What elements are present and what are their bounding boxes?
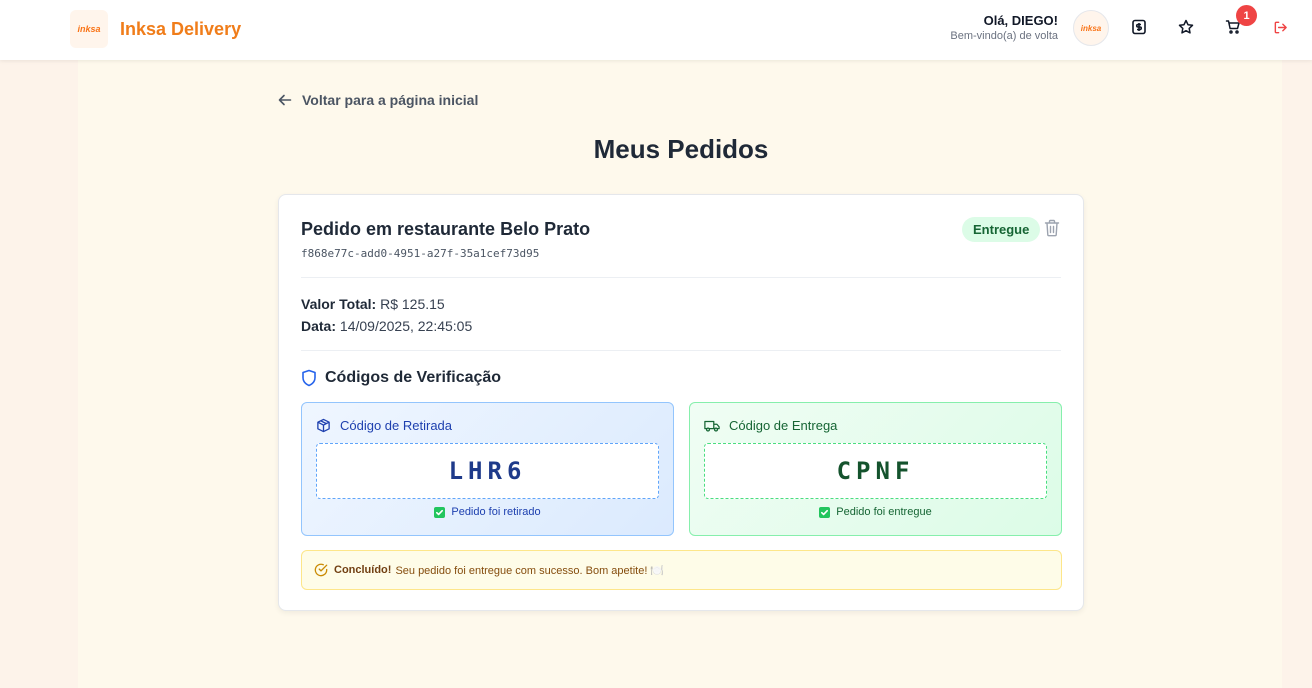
pickup-status: Pedido foi retirado	[302, 506, 673, 518]
pickup-code-value[interactable]: LHR6	[316, 443, 659, 499]
shield-icon	[301, 369, 317, 387]
greeting-subtitle: Bem-vindo(a) de volta	[950, 30, 1058, 42]
brand-logo: inksa	[70, 10, 108, 48]
brand[interactable]: inksa Inksa Delivery	[70, 10, 241, 48]
greeting-title: Olá, DIEGO!	[983, 13, 1058, 28]
check-circle-icon	[314, 563, 328, 577]
alert-text: Seu pedido foi entregue com sucesso. Bom…	[395, 564, 665, 577]
page-title: Meus Pedidos	[593, 134, 769, 164]
truck-icon	[704, 419, 720, 433]
order-date: Data: 14/09/2025, 22:45:05	[301, 318, 472, 334]
pickup-code-box: Código de Retirada LHR6 Pedido foi retir…	[301, 402, 674, 536]
avatar[interactable]: inksa	[1073, 10, 1109, 46]
cart-count-badge: 1	[1236, 5, 1257, 26]
delivery-code-header: Código de Entrega	[704, 418, 837, 433]
total-value: R$ 125.15	[380, 296, 445, 312]
logout-icon[interactable]	[1270, 17, 1290, 37]
back-link-label: Voltar para a página inicial	[302, 92, 479, 108]
alert-strong: Concluído!	[334, 564, 392, 576]
package-icon	[316, 418, 331, 433]
total-label: Valor Total:	[301, 296, 377, 312]
verification-title: Códigos de Verificação	[325, 369, 502, 386]
back-to-home-link[interactable]: Voltar para a página inicial	[278, 92, 478, 108]
divider	[301, 350, 1061, 351]
delivery-code-box: Código de Entrega CPNF Pedido foi entreg…	[689, 402, 1062, 536]
pickup-code-header: Código de Retirada	[316, 418, 452, 433]
star-icon[interactable]	[1176, 17, 1196, 37]
pickup-code-label: Código de Retirada	[340, 418, 453, 433]
delivery-status: Pedido foi entregue	[690, 506, 1061, 518]
checkbox-checked-icon	[819, 506, 831, 518]
completion-alert: Concluído! Seu pedido foi entregue com s…	[301, 550, 1062, 590]
date-value: 14/09/2025, 22:45:05	[339, 318, 473, 334]
arrow-left-icon	[278, 93, 292, 107]
date-label: Data:	[301, 318, 337, 334]
top-header: inksa Inksa Delivery Olá, DIEGO! Bem-vin…	[0, 0, 1312, 60]
dollar-icon[interactable]	[1129, 17, 1149, 37]
divider	[301, 277, 1061, 278]
order-title: Pedido em restaurante Belo Prato	[301, 219, 591, 239]
checkbox-checked-icon	[434, 506, 446, 518]
status-badge: Entregue	[962, 217, 1041, 242]
delivery-status-text: Pedido foi entregue	[836, 506, 932, 518]
order-total: Valor Total: R$ 125.15	[301, 296, 445, 312]
delivery-code-label: Código de Entrega	[729, 418, 838, 433]
trash-icon[interactable]	[1044, 219, 1060, 242]
user-greeting: Olá, DIEGO! Bem-vindo(a) de volta	[950, 13, 1058, 42]
order-card: Pedido em restaurante Belo Prato f868e77…	[278, 194, 1084, 611]
order-id: f868e77c-add0-4951-a27f-35a1cef73d95	[301, 247, 540, 260]
verification-section-title: Códigos de Verificação	[301, 369, 501, 387]
delivery-code-value[interactable]: CPNF	[704, 443, 1047, 499]
pickup-status-text: Pedido foi retirado	[451, 506, 541, 518]
brand-name: Inksa Delivery	[120, 18, 242, 39]
